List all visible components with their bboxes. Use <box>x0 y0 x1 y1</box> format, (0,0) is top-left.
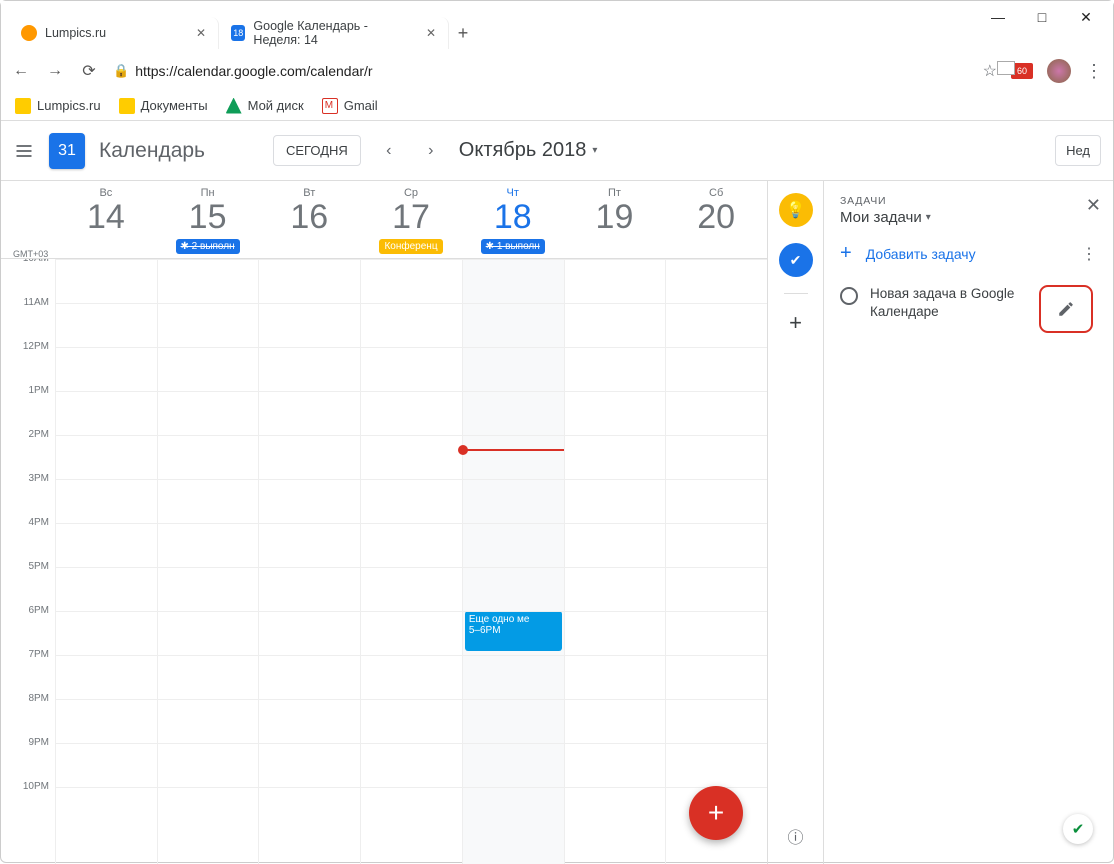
gmail-badge[interactable]: 60 <box>1011 63 1033 79</box>
day-header[interactable]: Вс14 <box>55 181 157 258</box>
window-close[interactable]: ✕ <box>1073 6 1099 28</box>
window-minimize[interactable]: — <box>985 6 1011 28</box>
more-icon[interactable]: ⋮ <box>1081 244 1097 264</box>
next-button[interactable]: › <box>417 137 445 165</box>
back-button[interactable]: ← <box>11 61 31 81</box>
app-title: Календарь <box>99 139 205 163</box>
event-chip[interactable]: Конференц <box>379 239 442 254</box>
tab-title: Google Календарь - Неделя: 14 <box>253 19 418 47</box>
bookmark-gmail[interactable]: MGmail <box>322 98 378 114</box>
day-header[interactable]: Сб20 <box>665 181 767 258</box>
day-column[interactable] <box>360 259 462 864</box>
task-text: Новая задача в Google Календаре <box>870 285 1027 321</box>
pencil-icon <box>1057 300 1075 318</box>
view-selector[interactable]: Нед <box>1055 135 1101 166</box>
day-headers: GMT+03 Вс14 Пн15✱ 2 выполн Вт16 Ср17Конф… <box>1 181 767 259</box>
calendar-logo: 31 <box>49 133 85 169</box>
tasks-list-selector[interactable]: Мои задачи▾ <box>840 209 1097 226</box>
tasks-heading: ЗАДАЧИ <box>840 195 1097 207</box>
add-app-icon[interactable]: + <box>789 310 802 336</box>
calendar-view: GMT+03 Вс14 Пн15✱ 2 выполн Вт16 Ср17Конф… <box>1 181 767 864</box>
browser-menu-icon[interactable]: ⋮ <box>1085 61 1103 82</box>
day-column[interactable] <box>564 259 666 864</box>
calendar-event[interactable]: Еще одно ме5–6PM <box>465 611 562 651</box>
hour-labels: 10AM11AM12PM 1PM2PM3PM 4PM5PM6PM 7PM8PM9… <box>1 259 55 864</box>
day-header[interactable]: Пт19 <box>564 181 666 258</box>
add-task-row[interactable]: + Добавить задачу ⋮ <box>824 226 1113 275</box>
browser-tab-calendar[interactable]: 18 Google Календарь - Неделя: 14 ✕ <box>219 17 449 49</box>
browser-toolbar: ← → ⟳ 🔒 https://calendar.google.com/cale… <box>1 51 1113 91</box>
task-chip[interactable]: ✱ 1 выполн <box>481 239 545 254</box>
close-panel-button[interactable]: ✕ <box>1086 195 1101 216</box>
edit-task-button[interactable] <box>1039 285 1093 333</box>
calendar-header: 31 Календарь СЕГОДНЯ ‹ › Октябрь 2018▾ Н… <box>1 121 1113 181</box>
shield-badge[interactable]: ✔ <box>1063 814 1093 844</box>
info-icon[interactable]: ⓘ <box>787 824 803 848</box>
bookmark-drive[interactable]: Мой диск <box>226 98 304 114</box>
chevron-down-icon: ▾ <box>592 145 597 156</box>
now-indicator <box>463 449 564 451</box>
window-maximize[interactable]: □ <box>1029 6 1055 28</box>
tasks-panel: ЗАДАЧИ Мои задачи▾ ✕ + Добавить задачу ⋮… <box>823 181 1113 864</box>
close-icon[interactable]: ✕ <box>426 26 436 40</box>
profile-avatar[interactable] <box>1047 59 1071 83</box>
favicon-icon: 18 <box>231 25 245 41</box>
today-button[interactable]: СЕГОДНЯ <box>273 135 361 166</box>
month-label[interactable]: Октябрь 2018▾ <box>459 139 598 162</box>
chevron-down-icon: ▾ <box>926 212 931 223</box>
day-header[interactable]: Пн15✱ 2 выполн <box>157 181 259 258</box>
day-column[interactable] <box>157 259 259 864</box>
address-bar[interactable]: 🔒 https://calendar.google.com/calendar/r <box>113 57 969 85</box>
task-checkbox[interactable] <box>840 287 858 305</box>
hamburger-icon[interactable] <box>13 140 35 162</box>
side-rail: 💡 ✔ + ⓘ <box>767 181 823 864</box>
day-header-today[interactable]: Чт18✱ 1 выполн <box>462 181 564 258</box>
bookmark-star-icon[interactable]: ☆ <box>983 61 997 81</box>
day-column[interactable] <box>258 259 360 864</box>
timezone-label: GMT+03 <box>13 249 48 259</box>
divider <box>784 293 808 294</box>
time-grid[interactable]: 10AM11AM12PM 1PM2PM3PM 4PM5PM6PM 7PM8PM9… <box>1 259 767 864</box>
forward-button[interactable]: → <box>45 61 65 81</box>
close-icon[interactable]: ✕ <box>196 26 206 40</box>
reload-button[interactable]: ⟳ <box>79 61 99 81</box>
bookmarks-bar: Lumpics.ru Документы Мой диск MGmail <box>1 91 1113 121</box>
plus-icon: + <box>840 242 852 265</box>
tab-strip: Lumpics.ru ✕ 18 Google Календарь - Недел… <box>1 15 1113 51</box>
day-header[interactable]: Вт16 <box>258 181 360 258</box>
new-tab-button[interactable]: + <box>449 19 477 47</box>
prev-button[interactable]: ‹ <box>375 137 403 165</box>
window-controls: — □ ✕ <box>977 2 1107 28</box>
lock-icon: 🔒 <box>113 63 129 79</box>
bookmark-lumpics[interactable]: Lumpics.ru <box>15 98 101 114</box>
task-item[interactable]: Новая задача в Google Календаре <box>824 275 1113 343</box>
day-column[interactable] <box>55 259 157 864</box>
day-header[interactable]: Ср17Конференц <box>360 181 462 258</box>
day-column-today[interactable]: Еще одно ме5–6PM <box>462 259 564 864</box>
day-column[interactable] <box>665 259 767 864</box>
favicon-icon <box>21 25 37 41</box>
add-task-label: Добавить задачу <box>866 246 976 262</box>
keep-icon[interactable]: 💡 <box>779 193 813 227</box>
create-fab[interactable]: + <box>689 786 743 840</box>
bookmark-documents[interactable]: Документы <box>119 98 208 114</box>
tasks-icon[interactable]: ✔ <box>779 243 813 277</box>
task-chip[interactable]: ✱ 2 выполн <box>176 239 240 254</box>
tab-title: Lumpics.ru <box>45 26 106 40</box>
browser-tab-lumpics[interactable]: Lumpics.ru ✕ <box>9 17 219 49</box>
url-text: https://calendar.google.com/calendar/r <box>135 63 372 79</box>
